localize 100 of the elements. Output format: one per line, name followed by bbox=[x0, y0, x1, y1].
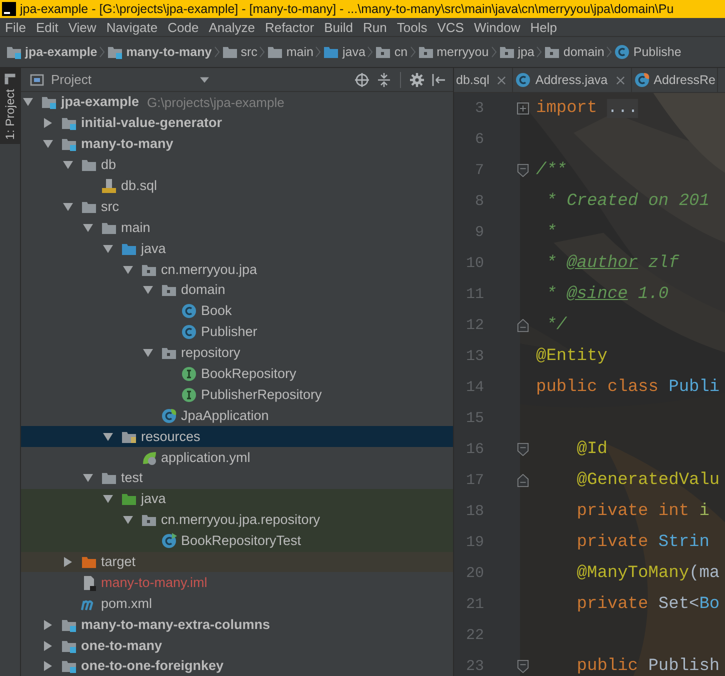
tree-row[interactable]: many-to-many-extra-columns bbox=[21, 614, 453, 636]
settings-icon[interactable] bbox=[409, 72, 425, 88]
expanded-arrow-icon[interactable] bbox=[83, 222, 93, 233]
fold-start-icon[interactable] bbox=[517, 164, 529, 177]
expanded-arrow-icon[interactable] bbox=[63, 160, 73, 170]
expanded-arrow-icon[interactable] bbox=[83, 473, 93, 484]
tree-row[interactable]: domain bbox=[21, 280, 453, 301]
breadcrumb[interactable]: src bbox=[222, 43, 258, 61]
menu-item[interactable]: View bbox=[68, 20, 96, 34]
expanded-arrow-icon[interactable] bbox=[103, 432, 113, 442]
tree-row[interactable]: initial-value-generator bbox=[21, 112, 453, 134]
view-selector[interactable]: Project bbox=[29, 72, 209, 88]
tree-row[interactable]: cn.merryyou.jpa bbox=[21, 259, 453, 280]
collapsed-arrow-icon[interactable] bbox=[43, 640, 53, 651]
menu-item[interactable]: Run bbox=[363, 20, 387, 34]
target-icon[interactable] bbox=[354, 72, 370, 88]
editor-tab[interactable]: Address.java bbox=[513, 68, 632, 92]
collapsed-arrow-icon[interactable] bbox=[43, 661, 53, 672]
tree-row[interactable]: pom.xml bbox=[21, 593, 453, 614]
folder-icon bbox=[267, 44, 284, 60]
tree-row[interactable]: java bbox=[21, 238, 453, 260]
expanded-arrow-icon[interactable] bbox=[103, 244, 113, 254]
fold-start-icon[interactable] bbox=[517, 443, 529, 456]
folder-icon bbox=[101, 470, 117, 486]
fold-end-icon[interactable] bbox=[517, 474, 529, 487]
module-folder-icon bbox=[107, 44, 124, 60]
package-icon bbox=[375, 44, 392, 60]
collapsed-arrow-icon[interactable] bbox=[63, 557, 73, 568]
expanded-arrow-icon[interactable] bbox=[123, 515, 133, 526]
tree-row[interactable]: Publisher bbox=[21, 322, 453, 343]
collapsed-arrow-icon[interactable] bbox=[43, 118, 53, 128]
breadcrumb[interactable]: main bbox=[267, 43, 314, 61]
tree-row[interactable]: main bbox=[21, 217, 453, 238]
menu-item[interactable]: Help bbox=[530, 20, 557, 34]
menu-item[interactable]: Tools bbox=[396, 20, 428, 34]
tree-row[interactable]: one-to-many bbox=[21, 635, 453, 656]
tree-row[interactable]: many-to-many bbox=[21, 134, 453, 155]
tree-row[interactable]: JpaApplication bbox=[21, 405, 453, 426]
chevron-icon bbox=[536, 46, 542, 58]
caret-icon bbox=[200, 76, 209, 82]
tree-row[interactable]: jpa-example G:\projects\jpa-example bbox=[21, 92, 453, 113]
package-icon bbox=[498, 44, 515, 60]
breadcrumb[interactable]: many-to-many bbox=[107, 43, 212, 61]
close-icon[interactable] bbox=[616, 76, 625, 84]
editor-tab[interactable]: db.sql bbox=[454, 68, 514, 92]
fold-end-icon[interactable] bbox=[517, 319, 529, 332]
menu-item[interactable]: VCS bbox=[437, 20, 464, 34]
tree-row[interactable]: cn.merryyou.jpa.repository bbox=[21, 510, 453, 531]
collapse-all-icon[interactable] bbox=[376, 72, 392, 88]
expanded-arrow-icon[interactable] bbox=[123, 264, 133, 275]
expanded-arrow-icon[interactable] bbox=[103, 494, 113, 504]
tree-row[interactable]: db bbox=[21, 154, 453, 176]
project-tool-tab[interactable]: 1: Project bbox=[0, 68, 20, 144]
code-line: * @since 1.0 bbox=[545, 285, 669, 304]
tree-row[interactable]: BookRepositoryTest bbox=[21, 530, 453, 552]
tree-row[interactable]: test bbox=[21, 468, 453, 489]
close-icon[interactable] bbox=[497, 76, 506, 84]
expanded-arrow-icon[interactable] bbox=[63, 202, 73, 212]
expanded-arrow-icon[interactable] bbox=[23, 97, 33, 108]
menu-item[interactable]: Code bbox=[168, 20, 199, 34]
tree-label: Book bbox=[201, 304, 232, 318]
menu-item[interactable]: Navigate bbox=[106, 20, 158, 34]
menu-item[interactable]: Build bbox=[324, 20, 354, 34]
tree-row[interactable]: repository bbox=[21, 342, 453, 364]
chevron-icon bbox=[490, 46, 497, 58]
menu-item[interactable]: Window bbox=[474, 20, 520, 34]
tree-row[interactable]: target bbox=[21, 552, 453, 572]
menu-item[interactable]: File bbox=[5, 20, 26, 34]
class-icon bbox=[181, 324, 197, 340]
breadcrumb[interactable]: Publishe bbox=[614, 43, 682, 61]
breadcrumb[interactable]: java bbox=[323, 43, 366, 61]
tree-row[interactable]: db.sql bbox=[21, 176, 453, 196]
expanded-arrow-icon[interactable] bbox=[143, 285, 153, 296]
fold-start-icon[interactable] bbox=[517, 660, 529, 673]
tree-row[interactable]: java bbox=[21, 488, 453, 510]
tree-label: many-to-many.iml bbox=[101, 576, 208, 590]
menu-item[interactable]: Edit bbox=[36, 20, 58, 34]
tree-row[interactable]: Book bbox=[21, 300, 453, 322]
breadcrumb[interactable]: merryyou bbox=[418, 43, 489, 61]
breadcrumb[interactable]: domain bbox=[544, 43, 604, 61]
expand-fold-icon[interactable] bbox=[517, 102, 529, 115]
menu-item[interactable]: Refactor bbox=[264, 20, 314, 34]
interface-icon bbox=[181, 366, 197, 382]
expanded-arrow-icon[interactable] bbox=[43, 139, 53, 150]
tree-row[interactable]: PublisherRepository bbox=[21, 384, 453, 406]
collapsed-arrow-icon[interactable] bbox=[43, 620, 53, 630]
menu-item[interactable]: Analyze bbox=[208, 20, 255, 34]
breadcrumb[interactable]: jpa-example bbox=[6, 43, 98, 61]
tree-row[interactable]: resources bbox=[21, 426, 453, 448]
module-folder-icon bbox=[61, 115, 77, 132]
breadcrumb[interactable]: jpa bbox=[498, 43, 534, 61]
tree-row[interactable]: application.yml bbox=[21, 447, 453, 468]
tree-row[interactable]: BookRepository bbox=[21, 364, 453, 384]
expanded-arrow-icon[interactable] bbox=[143, 348, 153, 358]
tree-label: many-to-many-extra-columns bbox=[81, 618, 270, 632]
hide-panel-icon[interactable] bbox=[431, 72, 447, 88]
tree-row[interactable]: one-to-one-foreignkey bbox=[21, 656, 453, 676]
tree-row[interactable]: src bbox=[21, 196, 453, 218]
breadcrumb[interactable]: cn bbox=[375, 43, 408, 61]
editor-tab[interactable]: AddressRe bbox=[632, 68, 718, 92]
